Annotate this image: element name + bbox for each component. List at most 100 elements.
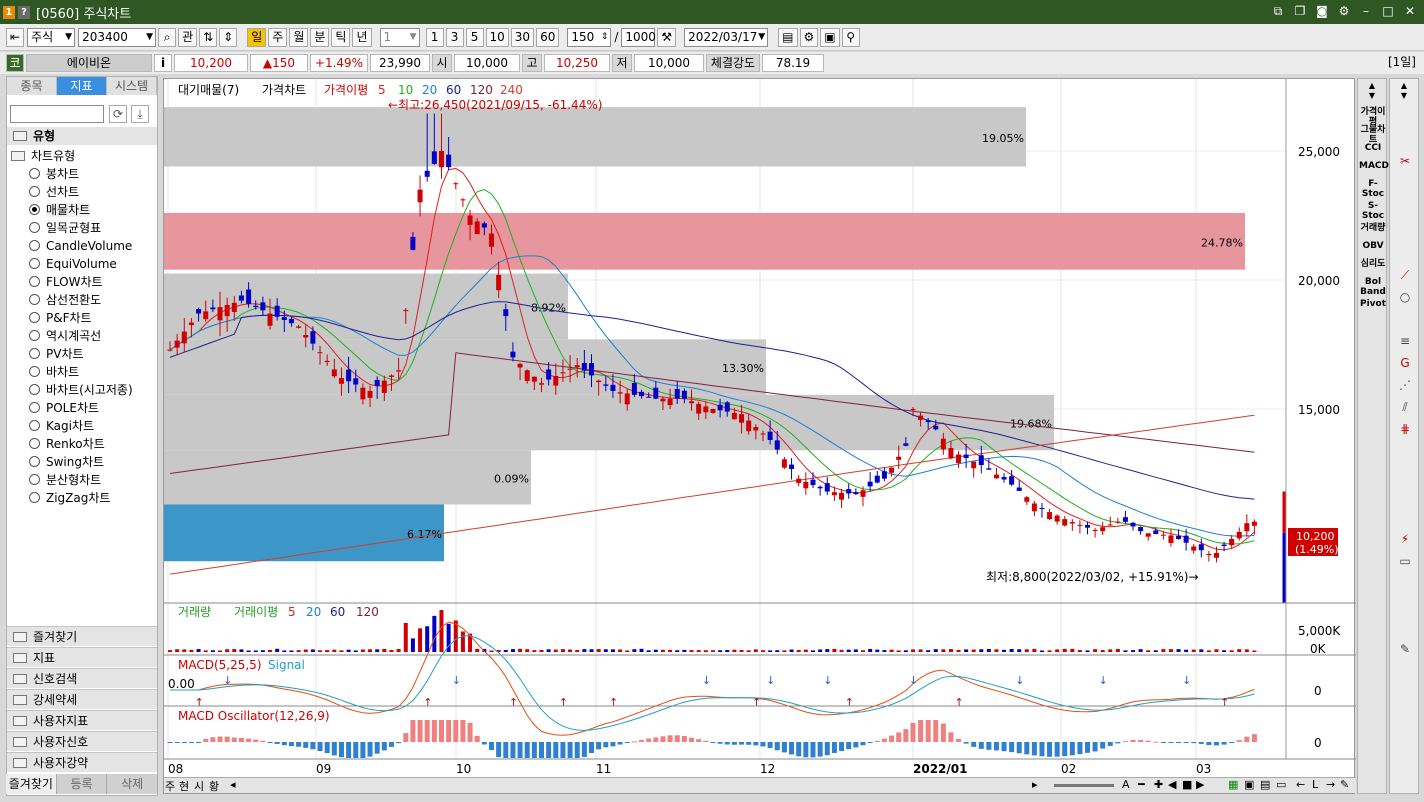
chart-type-option[interactable]: 선차트 [7, 183, 157, 201]
indicator-shortcut[interactable]: S-Stoc [1359, 201, 1387, 221]
screen-icon[interactable]: ▭ [1397, 553, 1413, 569]
group-chart-type[interactable]: 차트유형 [7, 147, 157, 165]
indicator-shortcut[interactable]: Bol Band [1359, 277, 1387, 297]
period-month-button[interactable]: 월 [289, 27, 309, 47]
legend-oscillator[interactable]: MACD Oscillator(12,26,9) [178, 709, 330, 723]
legend-supply[interactable]: 대기매물(7) [178, 83, 239, 97]
period-week-button[interactable]: 주 [268, 27, 288, 47]
play-back-icon[interactable]: ◀ [1168, 778, 1176, 791]
download-icon[interactable]: ⤓ [131, 105, 149, 123]
interval-1-button[interactable]: 1 [425, 27, 444, 47]
tools-down-icon[interactable]: ▼ [1392, 91, 1416, 100]
indicator-shortcut[interactable]: Pivot [1359, 299, 1387, 309]
chart-type-option[interactable]: CandleVolume [7, 237, 157, 255]
camera-icon[interactable]: ◙ [1314, 3, 1330, 19]
chart-type-option[interactable]: 분산형차트 [7, 471, 157, 489]
period-year-button[interactable]: 년 [352, 27, 372, 47]
chart-type-option[interactable]: ZigZag차트 [7, 489, 157, 507]
date-picker[interactable]: 2022/03/17 ▼ [684, 27, 769, 47]
indicator-shortcut[interactable]: 가격이평 [1359, 107, 1387, 127]
period-day-button[interactable]: 일 [247, 27, 267, 47]
code-input[interactable]: 203400 ▼ [78, 27, 157, 47]
help-icon[interactable]: ? [18, 5, 30, 19]
info-icon[interactable]: i [154, 54, 172, 72]
circle-tool-icon[interactable]: ○ [1397, 289, 1413, 305]
horizontal-line-icon[interactable]: ≡ [1397, 333, 1413, 349]
chart-type-option[interactable]: 바차트 [7, 363, 157, 381]
chart-type-option[interactable]: 매물차트 [7, 201, 157, 219]
prev-stock-icon[interactable]: ⇤ [6, 27, 25, 47]
indicator-shortcut[interactable]: 심리도 [1359, 259, 1387, 269]
market-select[interactable]: 주식 ▼ [27, 27, 76, 47]
folder-item[interactable]: 사용자강약 [7, 752, 157, 772]
stop-icon[interactable]: ■ [1182, 778, 1192, 791]
chart-type-option[interactable]: EquiVolume [7, 255, 157, 273]
zoom-slider[interactable] [1054, 784, 1114, 787]
draw-icon[interactable]: ✎ [1340, 778, 1349, 791]
period-tick-button[interactable]: 틱 [331, 27, 351, 47]
radio-icon[interactable] [29, 384, 40, 395]
radio-icon[interactable] [29, 348, 40, 359]
chart-scrollbar[interactable]: 주 현 시 황 ◂ ▸ A ━ ✚ ◀ ■ ▶ ▦ ▣ ▤ ▭ ← L → ✎ [164, 777, 1356, 793]
radio-icon[interactable] [29, 222, 40, 233]
register-button[interactable]: 등록 [57, 774, 108, 794]
zoom-out-icon[interactable]: ━ [1138, 778, 1145, 791]
radio-icon[interactable] [29, 186, 40, 197]
gwan-button[interactable]: 관 [178, 27, 198, 47]
interval-3-button[interactable]: 3 [445, 27, 464, 47]
chart-type-option[interactable]: 역시계곡선 [7, 327, 157, 345]
indicator-shortcut[interactable]: OBV [1359, 241, 1387, 251]
settings-icon[interactable]: ⚙ [1336, 3, 1352, 19]
folder-item[interactable]: 신호검색 [7, 668, 157, 688]
radio-icon[interactable] [29, 276, 40, 287]
settings-tool-icon[interactable]: ⚒ [657, 27, 677, 47]
scroll-tab-current[interactable]: 현 [179, 778, 189, 794]
window-icon[interactable]: ▭ [1276, 778, 1286, 791]
interval-5-button[interactable]: 5 [465, 27, 484, 47]
indicator-shortcut[interactable]: MACD [1359, 161, 1389, 171]
text-tool-icon[interactable]: A [1122, 778, 1130, 791]
scroll-tab-status[interactable]: 황 [209, 778, 219, 794]
radio-icon[interactable] [29, 204, 40, 215]
refresh-icon[interactable]: ⟳ [109, 105, 127, 123]
radio-icon[interactable] [29, 168, 40, 179]
chart-type-option[interactable]: Renko차트 [7, 435, 157, 453]
copy-icon[interactable]: ❐ [1292, 3, 1308, 19]
interval-30-button[interactable]: 30 [510, 27, 535, 47]
delete-all-icon[interactable]: ✂ [1397, 153, 1413, 169]
chart-area[interactable]: 19.05% 24.78% 8.92% 13.30% 19.68% 0.09% 6.17% … [163, 78, 1356, 794]
indicator-search-input[interactable] [10, 105, 104, 123]
play-icon[interactable]: ▶ [1196, 778, 1204, 791]
section-type[interactable]: 유형 [7, 127, 157, 145]
zoom-in-icon[interactable]: ✚ [1154, 778, 1163, 791]
radio-icon[interactable] [29, 294, 40, 305]
indicator-shortcut[interactable]: CCI [1359, 143, 1387, 153]
updown-icon[interactable]: ⇕ [219, 27, 238, 47]
link-icon[interactable]: ⧉ [1270, 3, 1286, 19]
scroll-up-icon[interactable]: ▲ [1360, 81, 1384, 90]
scroll-left-icon[interactable]: ◂ [230, 778, 236, 791]
channel-icon[interactable]: ⫽ [1397, 399, 1413, 415]
chart-type-option[interactable]: 바차트(시고저종) [7, 381, 157, 399]
close-icon[interactable]: ✕ [1402, 3, 1418, 19]
chart-type-option[interactable]: 봉차트 [7, 165, 157, 183]
chart-type-option[interactable]: 삼선전환도 [7, 291, 157, 309]
indicator-shortcut[interactable]: 그물차트 [1359, 125, 1387, 145]
favorites-tab[interactable]: 즐겨찾기 [6, 774, 57, 794]
excel-icon[interactable]: ▦ [1228, 778, 1238, 791]
legend-ma[interactable]: 가격이평 [324, 83, 368, 97]
auto-trend-icon[interactable]: ⚡ [1397, 531, 1413, 547]
indicator-shortcut[interactable]: 거래량 [1359, 223, 1387, 233]
indicator-shortcut[interactable]: F-Stoc [1359, 179, 1387, 199]
scroll-tab-week[interactable]: 주 [165, 778, 175, 794]
chart-type-option[interactable]: FLOW차트 [7, 273, 157, 291]
count-stepper[interactable]: 150 ⇕ [567, 27, 612, 47]
chart-type-option[interactable]: PV차트 [7, 345, 157, 363]
trendline-icon[interactable]: ⟋ [1397, 267, 1413, 283]
maximize-icon[interactable]: □ [1380, 3, 1396, 19]
radio-icon[interactable] [29, 240, 40, 251]
folder-item[interactable]: 즐겨찾기 [7, 626, 157, 646]
tab-stock[interactable]: 종목 [7, 77, 57, 95]
pen-icon[interactable]: ✎ [1397, 641, 1413, 657]
sync-icon[interactable]: ⇅ [199, 27, 218, 47]
